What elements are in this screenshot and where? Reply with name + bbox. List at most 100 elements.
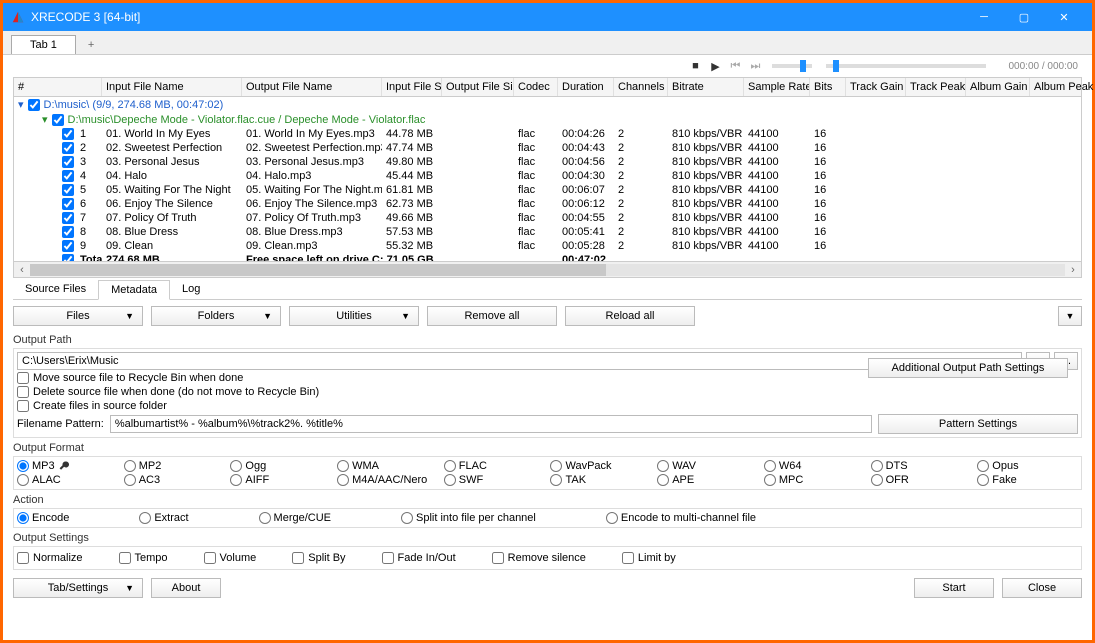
table-row[interactable]: 1 01. World In My Eyes01. World In My Ey… xyxy=(14,127,1081,141)
action-merge-cue[interactable]: Merge/CUE xyxy=(259,512,331,524)
row-checkbox[interactable] xyxy=(62,198,74,210)
format-ofr[interactable]: OFR xyxy=(871,474,972,486)
row-checkbox[interactable] xyxy=(62,226,74,238)
pattern-settings-button[interactable]: Pattern Settings xyxy=(878,414,1078,434)
tree-root[interactable]: ▾ D:\music\ (9/9, 274.68 MB, 00:47:02) xyxy=(14,97,1081,112)
format-aiff[interactable]: AIFF xyxy=(230,474,331,486)
format-opus[interactable]: Opus xyxy=(977,460,1078,472)
prev-icon[interactable]: ⏮ xyxy=(728,60,742,73)
format-tak[interactable]: TAK xyxy=(550,474,651,486)
setting-tempo[interactable]: Tempo xyxy=(119,552,168,564)
format-mpc[interactable]: MPC xyxy=(764,474,865,486)
col-ch[interactable]: Channels xyxy=(614,78,668,96)
minimize-button[interactable]: ─ xyxy=(964,3,1004,31)
action-split-into-file-per-channel[interactable]: Split into file per channel xyxy=(401,512,536,524)
row-checkbox[interactable] xyxy=(62,142,74,154)
table-row[interactable]: 3 03. Personal Jesus03. Personal Jesus.m… xyxy=(14,155,1081,169)
row-checkbox[interactable] xyxy=(62,156,74,168)
volume-slider[interactable] xyxy=(772,64,812,68)
format-fake[interactable]: Fake xyxy=(977,474,1078,486)
about-button[interactable]: About xyxy=(151,578,221,598)
grid-body[interactable]: ▾ D:\music\ (9/9, 274.68 MB, 00:47:02) ▾… xyxy=(14,97,1081,261)
tab-1[interactable]: Tab 1 xyxy=(11,35,76,54)
table-row[interactable]: 7 07. Policy Of Truth07. Policy Of Truth… xyxy=(14,211,1081,225)
col-num[interactable]: # xyxy=(14,78,102,96)
table-row[interactable]: 8 08. Blue Dress08. Blue Dress.mp357.53 … xyxy=(14,225,1081,239)
format-alac[interactable]: ALAC xyxy=(17,474,118,486)
delete-checkbox[interactable] xyxy=(17,386,29,398)
col-ag[interactable]: Album Gain xyxy=(966,78,1030,96)
table-row[interactable]: 6 06. Enjoy The Silence06. Enjoy The Sil… xyxy=(14,197,1081,211)
root-checkbox[interactable] xyxy=(28,99,40,111)
utilities-dropdown[interactable]: Utilities▼ xyxy=(289,306,419,326)
pattern-input[interactable] xyxy=(110,415,872,433)
cue-checkbox[interactable] xyxy=(52,114,64,126)
start-button[interactable]: Start xyxy=(914,578,994,598)
tree-cue[interactable]: ▾ D:\music\Depeche Mode - Violator.flac.… xyxy=(14,112,1081,127)
wrench-icon[interactable] xyxy=(58,460,70,472)
folders-dropdown[interactable]: Folders▼ xyxy=(151,306,281,326)
format-wma[interactable]: WMA xyxy=(337,460,438,472)
table-row[interactable]: 4 04. Halo04. Halo.mp345.44 MB flac00:04… xyxy=(14,169,1081,183)
stop-icon[interactable]: ■ xyxy=(688,60,702,72)
col-br[interactable]: Bitrate xyxy=(668,78,744,96)
table-row[interactable]: 9 09. Clean09. Clean.mp355.32 MB flac00:… xyxy=(14,239,1081,253)
col-tg[interactable]: Track Gain xyxy=(846,78,906,96)
tab-log[interactable]: Log xyxy=(170,280,212,299)
col-bits[interactable]: Bits xyxy=(810,78,846,96)
row-checkbox[interactable] xyxy=(62,212,74,224)
format-flac[interactable]: FLAC xyxy=(444,460,545,472)
format-m4a-aac-nero[interactable]: M4A/AAC/Nero xyxy=(337,474,438,486)
additional-path-settings-button[interactable]: Additional Output Path Settings xyxy=(868,358,1068,378)
reload-all-button[interactable]: Reload all xyxy=(565,306,695,326)
seek-slider[interactable] xyxy=(826,64,986,68)
row-checkbox[interactable] xyxy=(62,170,74,182)
format-swf[interactable]: SWF xyxy=(444,474,545,486)
format-wav[interactable]: WAV xyxy=(657,460,758,472)
add-tab-button[interactable]: + xyxy=(76,36,106,54)
tab-settings-dropdown[interactable]: Tab/Settings▼ xyxy=(13,578,143,598)
close-window-button[interactable]: ✕ xyxy=(1044,3,1084,31)
remove-all-button[interactable]: Remove all xyxy=(427,306,557,326)
setting-fade-in-out[interactable]: Fade In/Out xyxy=(382,552,456,564)
setting-volume[interactable]: Volume xyxy=(204,552,257,564)
format-w64[interactable]: W64 xyxy=(764,460,865,472)
next-icon[interactable]: ⏭ xyxy=(748,60,762,73)
format-mp2[interactable]: MP2 xyxy=(124,460,225,472)
format-ogg[interactable]: Ogg xyxy=(230,460,331,472)
row-checkbox[interactable] xyxy=(62,128,74,140)
col-tp[interactable]: Track Peak xyxy=(906,78,966,96)
setting-remove-silence[interactable]: Remove silence xyxy=(492,552,586,564)
recycle-checkbox[interactable] xyxy=(17,372,29,384)
col-codec[interactable]: Codec xyxy=(514,78,558,96)
format-mp3[interactable]: MP3 xyxy=(17,460,118,472)
action-encode-to-multi-channel-file[interactable]: Encode to multi-channel file xyxy=(606,512,756,524)
tab-source-files[interactable]: Source Files xyxy=(13,280,98,299)
col-sr[interactable]: Sample Rate xyxy=(744,78,810,96)
files-dropdown[interactable]: Files▼ xyxy=(13,306,143,326)
setting-split-by[interactable]: Split By xyxy=(292,552,345,564)
create-folder-checkbox[interactable] xyxy=(17,400,29,412)
col-dur[interactable]: Duration xyxy=(558,78,614,96)
row-checkbox[interactable] xyxy=(62,240,74,252)
scroll-thumb[interactable] xyxy=(30,264,606,276)
format-ape[interactable]: APE xyxy=(657,474,758,486)
col-ap[interactable]: Album Peak xyxy=(1030,78,1095,96)
scroll-left-icon[interactable]: ‹ xyxy=(14,262,30,278)
scroll-right-icon[interactable]: › xyxy=(1065,262,1081,278)
more-dropdown[interactable]: ▼ xyxy=(1058,306,1082,326)
action-encode[interactable]: Encode xyxy=(17,512,69,524)
col-out[interactable]: Output File Name xyxy=(242,78,382,96)
close-button[interactable]: Close xyxy=(1002,578,1082,598)
format-dts[interactable]: DTS xyxy=(871,460,972,472)
tab-metadata[interactable]: Metadata xyxy=(98,280,170,300)
col-outsize[interactable]: Output File Size xyxy=(442,78,514,96)
table-row[interactable]: 5 05. Waiting For The Night05. Waiting F… xyxy=(14,183,1081,197)
format-wavpack[interactable]: WavPack xyxy=(550,460,651,472)
collapse-icon[interactable]: ▾ xyxy=(18,98,24,111)
collapse-icon[interactable]: ▾ xyxy=(42,113,48,126)
maximize-button[interactable]: ▢ xyxy=(1004,3,1044,31)
horizontal-scrollbar[interactable]: ‹ › xyxy=(14,261,1081,277)
setting-normalize[interactable]: Normalize xyxy=(17,552,83,564)
play-icon[interactable]: ▶ xyxy=(708,60,722,73)
